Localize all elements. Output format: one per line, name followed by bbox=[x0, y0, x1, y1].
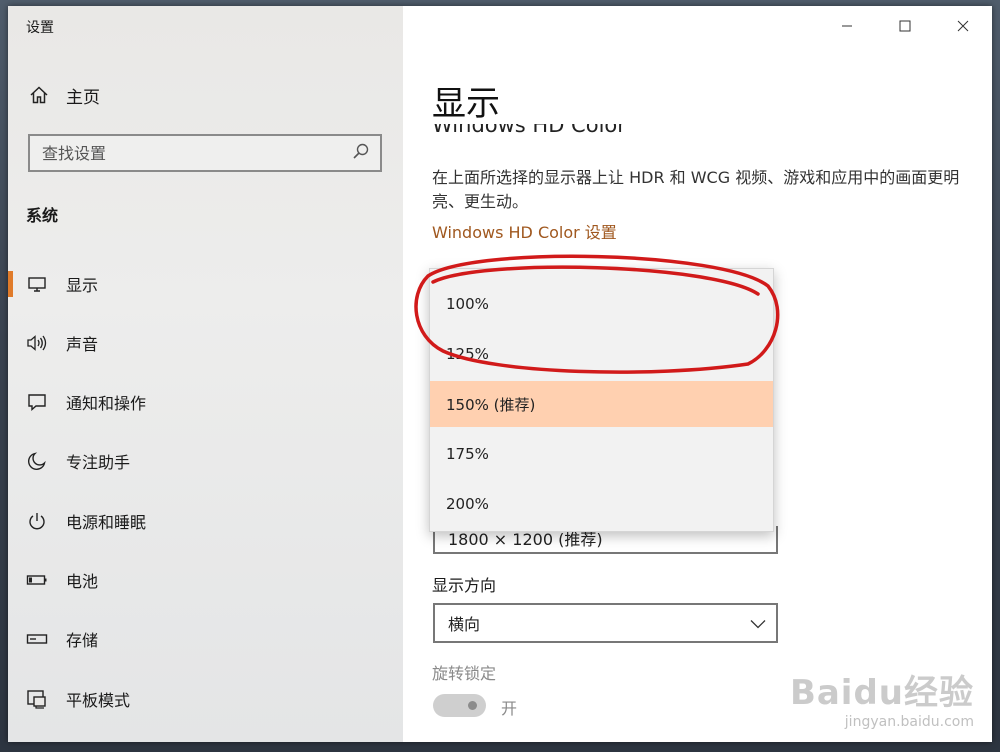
scale-option-100[interactable]: 100% bbox=[430, 281, 773, 327]
rotation-lock-toggle[interactable] bbox=[433, 694, 486, 717]
rotation-lock-state: 开 bbox=[501, 699, 518, 718]
monitor-icon bbox=[24, 271, 50, 297]
section-title: 系统 bbox=[26, 206, 59, 225]
window-controls bbox=[818, 6, 992, 46]
rotation-lock-label: 旋转锁定 bbox=[432, 664, 497, 683]
sidebar-item-power-sleep[interactable]: 电源和睡眠 bbox=[8, 496, 403, 546]
hd-color-description: 在上面所选择的显示器上让 HDR 和 WCG 视频、游戏和应用中的画面更明亮、更… bbox=[432, 168, 960, 211]
settings-window: 设置 主页 系统 显示 声音 bbox=[8, 6, 992, 742]
scale-option-200[interactable]: 200% bbox=[430, 481, 773, 527]
hd-color-settings-link[interactable]: Windows HD Color 设置 bbox=[432, 219, 617, 243]
orientation-value: 横向 bbox=[448, 615, 481, 634]
search-box[interactable] bbox=[28, 134, 382, 172]
scale-option-175[interactable]: 175% bbox=[430, 431, 773, 477]
sidebar-item-label: 主页 bbox=[66, 87, 100, 108]
notification-icon bbox=[24, 389, 50, 415]
speaker-icon bbox=[24, 330, 50, 356]
sidebar-item-label: 声音 bbox=[66, 335, 99, 354]
close-icon[interactable] bbox=[934, 6, 992, 46]
moon-icon bbox=[24, 448, 50, 474]
hd-color-heading: Windows HD Color bbox=[432, 124, 832, 138]
minimize-icon[interactable] bbox=[818, 6, 876, 46]
chevron-down-icon bbox=[750, 614, 766, 633]
toggle-knob bbox=[468, 701, 477, 710]
main-content: 显示 Windows HD Color 在上面所选择的显示器上让 HDR 和 W… bbox=[403, 6, 992, 742]
sidebar: 设置 主页 系统 显示 声音 bbox=[8, 6, 403, 742]
sidebar-item-label: 电池 bbox=[66, 572, 99, 591]
maximize-icon[interactable] bbox=[876, 6, 934, 46]
watermark: Baidu经验 jingyan.baidu.com bbox=[790, 665, 974, 730]
page-title: 显示 bbox=[432, 84, 500, 124]
watermark-url: jingyan.baidu.com bbox=[844, 714, 974, 730]
orientation-label: 显示方向 bbox=[432, 576, 497, 595]
orientation-select[interactable]: 横向 bbox=[433, 603, 778, 643]
home-icon bbox=[26, 82, 52, 108]
sidebar-item-label: 通知和操作 bbox=[66, 394, 147, 413]
sidebar-item-notifications[interactable]: 通知和操作 bbox=[8, 377, 403, 427]
search-input[interactable] bbox=[42, 143, 342, 163]
sidebar-item-sound[interactable]: 声音 bbox=[8, 318, 403, 368]
active-indicator bbox=[8, 271, 13, 297]
scale-dropdown-list: 100% 125% 150% (推荐) 175% 200% bbox=[429, 268, 774, 532]
watermark-logo: Baidu经验 bbox=[789, 673, 974, 713]
sidebar-item-label: 显示 bbox=[66, 276, 99, 295]
power-icon bbox=[24, 508, 50, 534]
sidebar-item-storage[interactable]: 存储 bbox=[8, 614, 403, 664]
tablet-mode-icon bbox=[24, 686, 50, 712]
scale-option-150[interactable]: 150% (推荐) bbox=[430, 381, 773, 427]
sidebar-item-battery[interactable]: 电池 bbox=[8, 555, 403, 605]
sidebar-item-label: 专注助手 bbox=[66, 453, 131, 472]
app-title: 设置 bbox=[26, 20, 54, 36]
sidebar-item-focus-assist[interactable]: 专注助手 bbox=[8, 436, 403, 486]
hd-color-heading-text: Windows HD Color bbox=[432, 124, 626, 137]
storage-icon bbox=[24, 626, 50, 652]
battery-icon bbox=[24, 567, 50, 593]
search-icon[interactable] bbox=[352, 142, 370, 164]
sidebar-item-label: 平板模式 bbox=[66, 691, 131, 710]
scale-option-125[interactable]: 125% bbox=[430, 331, 773, 377]
sidebar-item-label: 电源和睡眠 bbox=[66, 513, 147, 532]
sidebar-item-display[interactable]: 显示 bbox=[8, 259, 403, 309]
sidebar-item-home[interactable]: 主页 bbox=[26, 82, 100, 108]
sidebar-item-tablet-mode[interactable]: 平板模式 bbox=[8, 674, 403, 724]
sidebar-item-label: 存储 bbox=[66, 631, 99, 650]
